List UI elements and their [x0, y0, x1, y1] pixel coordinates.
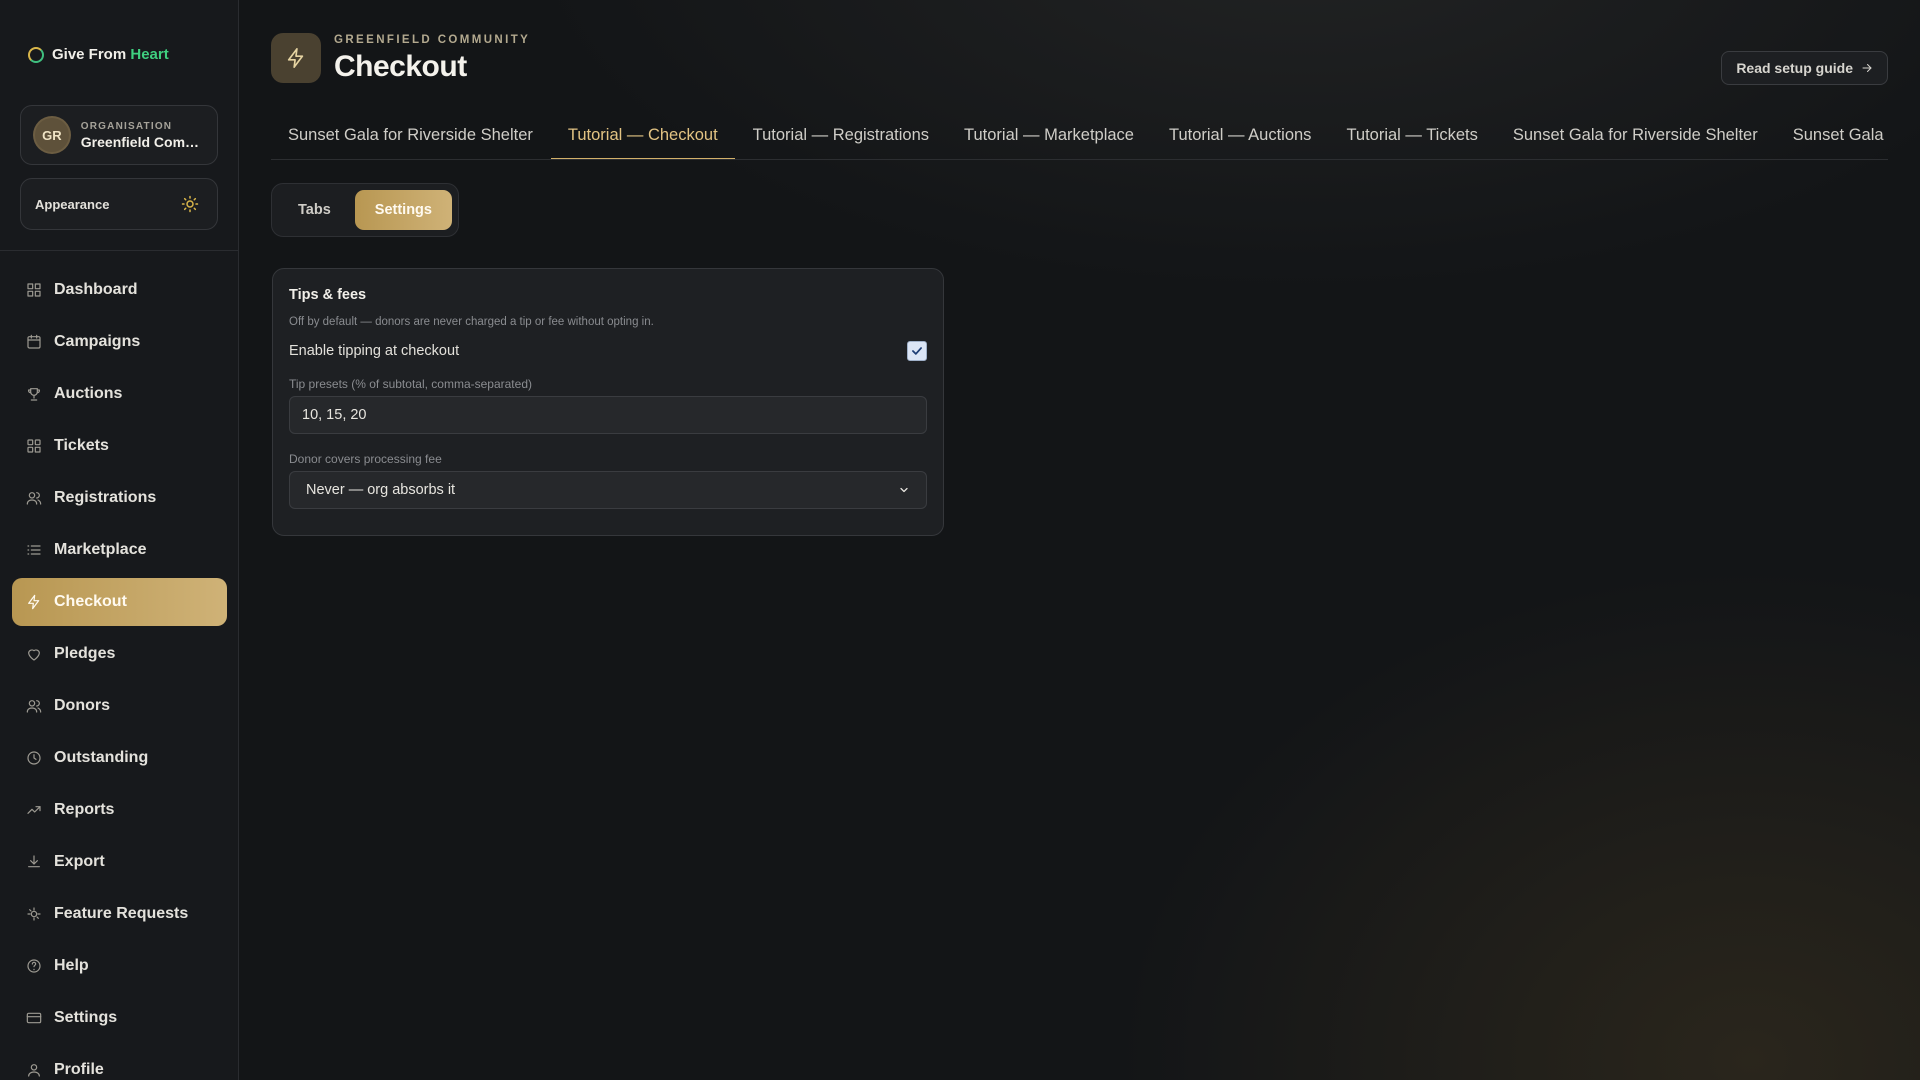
processing-fee-select[interactable]: Never — org absorbs it: [289, 471, 927, 509]
sun-icon: [181, 195, 199, 213]
tabs-toggle-button[interactable]: Tabs: [278, 190, 351, 230]
org-switcher[interactable]: GR ORGANISATION Greenfield Community: [20, 105, 218, 165]
page-title: Checkout: [334, 50, 467, 83]
sidebar-item-label: Campaigns: [54, 333, 141, 350]
sidebar-item-label: Outstanding: [54, 749, 149, 766]
sidebar-item-dashboard[interactable]: Dashboard: [12, 266, 227, 314]
sidebar-item-label: Donors: [54, 697, 110, 714]
tip-presets-label: Tip presets (% of subtotal, comma-separa…: [289, 377, 532, 391]
sidebar-item-settings[interactable]: Settings: [12, 994, 227, 1042]
sidebar-item-help[interactable]: Help: [12, 942, 227, 990]
sidebar-item-label: Tickets: [54, 437, 109, 454]
sidebar-item-label: Pledges: [54, 645, 116, 662]
sidebar-item-pledges[interactable]: Pledges: [12, 630, 227, 678]
heart-icon: [28, 649, 40, 661]
sidebar-item-label: Auctions: [54, 385, 123, 402]
sidebar-nav: Dashboard Campaigns Auctions Tickets Reg…: [12, 266, 227, 1080]
help-icon: [27, 959, 41, 973]
brand-name-part1: Give From: [52, 46, 131, 63]
sidebar-item-reports[interactable]: Reports: [12, 786, 227, 834]
tab-sunset-gala-3[interactable]: Sunset Gala for Riverside Shelter: [1776, 116, 1888, 159]
main-content: GREENFIELD COMMUNITY Checkout Read setup…: [240, 0, 1920, 1080]
sidebar-item-label: Profile: [54, 1061, 104, 1078]
tickets-icon: [27, 439, 41, 453]
bolt-icon: [287, 48, 304, 68]
guide-button-label: Read setup guide: [1736, 60, 1853, 76]
sidebar-item-checkout[interactable]: Checkout: [12, 578, 227, 626]
tab-sunset-gala[interactable]: Sunset Gala for Riverside Shelter: [271, 116, 550, 159]
sidebar-item-label: Marketplace: [54, 541, 147, 558]
sidebar-item-label: Checkout: [54, 593, 127, 610]
sidebar-item-feature-requests[interactable]: Feature Requests: [12, 890, 227, 938]
download-icon: [28, 855, 40, 868]
sidebar-item-tickets[interactable]: Tickets: [12, 422, 227, 470]
sidebar-item-marketplace[interactable]: Marketplace: [12, 526, 227, 574]
users-icon: [26, 700, 42, 713]
tips-fees-card: Tips & fees Off by default — donors are …: [272, 268, 944, 536]
card-icon: [26, 1012, 42, 1024]
tab-tutorial-tickets[interactable]: Tutorial — Tickets: [1329, 116, 1494, 159]
processing-fee-value: Never — org absorbs it: [306, 482, 456, 498]
calendar-icon: [27, 334, 41, 349]
sidebar-item-label: Export: [54, 853, 105, 870]
sidebar-item-label: Help: [54, 957, 89, 974]
tab-tutorial-registrations[interactable]: Tutorial — Registrations: [736, 116, 946, 159]
tab-tutorial-auctions[interactable]: Tutorial — Auctions: [1152, 116, 1328, 159]
appearance-toggle[interactable]: Appearance: [20, 178, 218, 230]
brand-ring-icon: [28, 46, 44, 63]
dashboard-icon: [27, 283, 41, 297]
sidebar-item-label: Feature Requests: [54, 905, 189, 922]
check-icon: [912, 347, 922, 355]
sidebar-item-label: Dashboard: [54, 281, 138, 298]
card-title: Tips & fees: [289, 287, 367, 303]
sidebar-divider: [0, 250, 238, 251]
org-caption: ORGANISATION: [80, 120, 173, 132]
brand-name-part2: Heart: [130, 46, 169, 63]
appearance-label: Appearance: [35, 196, 110, 212]
tab-tutorial-checkout[interactable]: Tutorial — Checkout: [550, 116, 735, 159]
sidebar-item-outstanding[interactable]: Outstanding: [12, 734, 227, 782]
users-icon: [26, 492, 42, 505]
list-icon: [27, 545, 41, 555]
sidebar-item-label: Registrations: [54, 489, 157, 506]
sidebar: Give From Heart GR ORGANISATION Greenfie…: [0, 0, 239, 1080]
tab-tutorial-marketplace[interactable]: Tutorial — Marketplace: [947, 116, 1151, 159]
bug-icon: [27, 907, 41, 921]
avatar: GR: [33, 116, 71, 154]
sidebar-item-profile[interactable]: Profile: [12, 1046, 227, 1080]
user-icon: [28, 1064, 40, 1077]
sidebar-item-export[interactable]: Export: [12, 838, 227, 886]
enable-tipping-row: Enable tipping at checkout: [289, 338, 927, 364]
bolt-icon: [28, 594, 40, 610]
sidebar-item-auctions[interactable]: Auctions: [12, 370, 227, 418]
sidebar-item-registrations[interactable]: Registrations: [12, 474, 227, 522]
arrow-right-icon: [1862, 64, 1872, 72]
sidebar-item-campaigns[interactable]: Campaigns: [12, 318, 227, 366]
enable-tipping-label: Enable tipping at checkout: [289, 343, 460, 359]
clock-icon: [27, 751, 41, 765]
page-eyebrow: GREENFIELD COMMUNITY: [334, 34, 531, 46]
page-icon: [271, 33, 321, 83]
sidebar-item-label: Settings: [54, 1009, 118, 1026]
read-setup-guide-button[interactable]: Read setup guide: [1721, 51, 1888, 85]
org-name: Greenfield Community: [80, 133, 206, 150]
settings-toggle-button[interactable]: Settings: [354, 190, 452, 230]
card-help-text: Off by default — donors are never charge…: [289, 316, 654, 328]
chevron-down-icon: [900, 487, 908, 493]
trophy-icon: [27, 388, 41, 401]
enable-tipping-checkbox[interactable]: [907, 341, 927, 361]
brand-logo[interactable]: Give From Heart: [28, 46, 169, 63]
processing-fee-label: Donor covers processing fee: [289, 452, 442, 466]
tip-presets-input[interactable]: [289, 396, 927, 434]
trend-icon: [27, 806, 41, 814]
campaign-tabs: Sunset Gala for Riverside Shelter Tutoria…: [271, 116, 1888, 160]
sidebar-item-donors[interactable]: Donors: [12, 682, 227, 730]
sidebar-item-label: Reports: [54, 801, 115, 818]
view-toggle: Tabs Settings: [271, 183, 459, 237]
tab-sunset-gala-2[interactable]: Sunset Gala for Riverside Shelter: [1496, 116, 1775, 159]
